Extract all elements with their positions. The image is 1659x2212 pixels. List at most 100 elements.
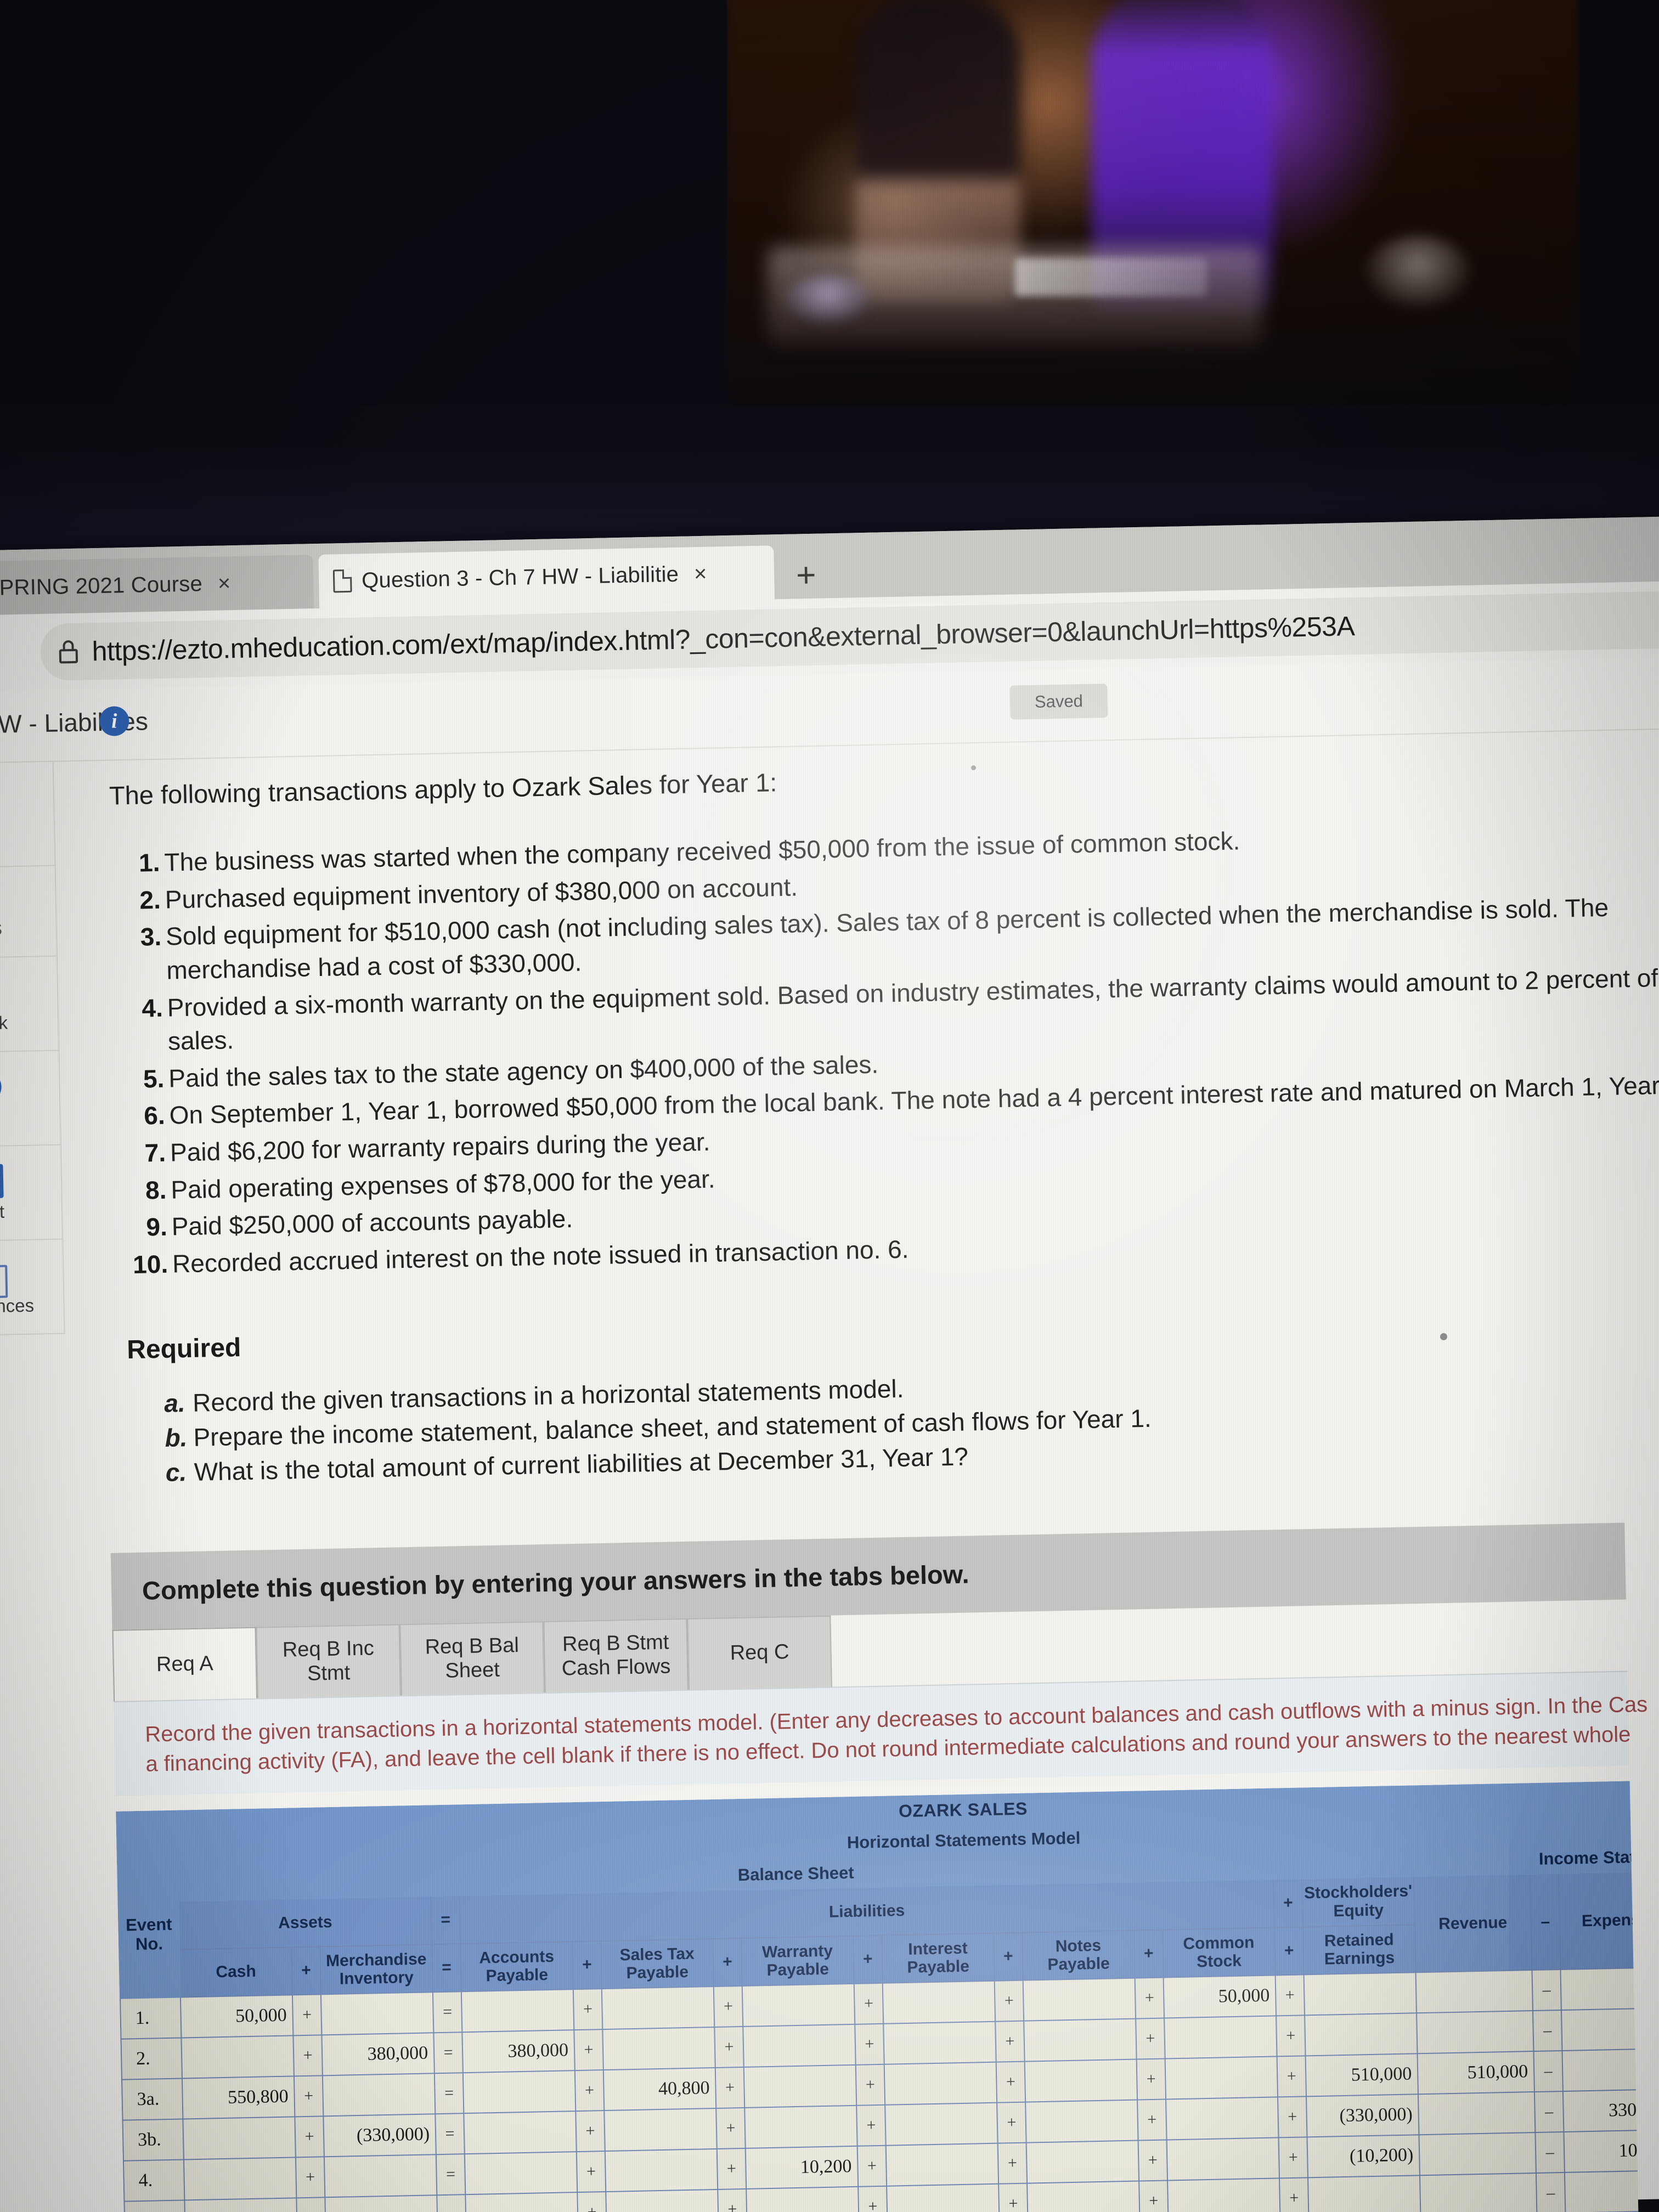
cell-interest-payable[interactable] (885, 2102, 998, 2146)
cell-cash[interactable] (181, 2035, 294, 2079)
cell-accounts-payable[interactable] (465, 2192, 578, 2212)
cell-notes-payable[interactable] (1027, 2181, 1140, 2212)
operator-cell: + (574, 2069, 605, 2111)
cell-warranty-payable[interactable] (746, 2186, 859, 2212)
cell-retained-earnings[interactable]: (10,200) (1307, 2134, 1420, 2178)
sidebar-item-hint[interactable]: Hint (0, 1051, 61, 1149)
cell-expense[interactable] (1560, 1967, 1639, 2010)
cell-accounts-payable[interactable] (464, 2151, 578, 2194)
cell-common-stock[interactable] (1166, 2137, 1280, 2181)
cell-merchandise-inventory[interactable]: (330,000) (323, 2113, 436, 2157)
cell-notes-payable[interactable] (1023, 1978, 1136, 2021)
cell-common-stock[interactable] (1167, 2178, 1280, 2212)
cell-merchandise-inventory[interactable] (324, 2154, 437, 2198)
cell-sales-tax-payable[interactable] (606, 2189, 719, 2212)
cell-sales-tax-payable[interactable] (605, 2148, 718, 2192)
tab-req-c[interactable]: Req C (687, 1615, 832, 1690)
cell-interest-payable[interactable] (884, 2062, 997, 2105)
tab-req-b-inc-stmt[interactable]: Req B Inc Stmt (256, 1624, 402, 1699)
cell-revenue[interactable] (1419, 2132, 1536, 2175)
points-label: oints (0, 866, 58, 960)
cell-warranty-payable[interactable]: 10,200 (745, 2146, 859, 2189)
cell-common-stock[interactable] (1164, 2016, 1277, 2059)
cell-merchandise-inventory[interactable] (320, 1992, 434, 2035)
cell-warranty-payable[interactable] (743, 2024, 856, 2067)
tab-req-b-stmt-cash-flows[interactable]: Req B Stmt Cash Flows (543, 1618, 689, 1692)
event-no: 4. (123, 2159, 185, 2202)
dust-speck (971, 765, 976, 770)
cell-expense[interactable]: 10,200 (1564, 2129, 1639, 2172)
cell-cash[interactable] (183, 2157, 297, 2200)
operator-cell: + (996, 2061, 1026, 2103)
cell-sales-tax-payable[interactable] (602, 2027, 715, 2070)
cell-revenue[interactable] (1415, 1970, 1533, 2013)
new-tab-button[interactable]: + (795, 556, 817, 595)
cell-warranty-payable[interactable] (742, 1983, 855, 2027)
cell-retained-earnings[interactable]: (330,000) (1306, 2094, 1419, 2137)
operator-cell: + (997, 2142, 1028, 2184)
cell-warranty-payable[interactable] (743, 2064, 857, 2108)
cell-retained-earnings[interactable] (1304, 1972, 1417, 2016)
cell-expense[interactable]: 330,000 (1562, 2089, 1639, 2132)
cell-merchandise-inventory[interactable] (325, 2194, 438, 2212)
cell-retained-earnings[interactable]: 510,000 (1305, 2053, 1418, 2097)
operator-cell: – (1535, 2131, 1565, 2173)
cell-notes-payable[interactable] (1025, 2100, 1138, 2143)
tab-req-a[interactable]: Req A (112, 1627, 258, 1701)
cell-interest-payable[interactable] (882, 1980, 996, 2024)
cell-expense[interactable] (1561, 2007, 1639, 2051)
cell-revenue[interactable] (1417, 2010, 1534, 2054)
plus-operator: + (1273, 1878, 1303, 1928)
operator-cell: – (1532, 2010, 1562, 2051)
cell-retained-earnings[interactable] (1305, 2013, 1418, 2056)
sidebar-item-label: Print (0, 1201, 5, 1223)
browser-tab-course[interactable]: CCT 2101 SPRING 2021 Course × (0, 555, 314, 618)
cell-cash[interactable]: 550,800 (182, 2076, 295, 2119)
cell-warranty-payable[interactable] (744, 2105, 857, 2148)
cell-merchandise-inventory[interactable]: 380,000 (321, 2033, 435, 2076)
sidebar-item-ebook[interactable]: eBook (0, 956, 60, 1054)
cell-revenue[interactable] (1418, 2091, 1536, 2135)
cell-notes-payable[interactable] (1024, 2059, 1138, 2102)
cell-accounts-payable[interactable] (461, 1989, 574, 2032)
cell-notes-payable[interactable] (1026, 2140, 1139, 2183)
cell-cash[interactable] (184, 2198, 297, 2212)
browser-tab-question[interactable]: Question 3 - Ch 7 HW - Liabilitie × (318, 545, 775, 608)
plus-operator: + (1133, 1929, 1164, 1978)
cell-revenue[interactable]: 510,000 (1417, 2051, 1534, 2095)
cell-interest-payable[interactable] (887, 2183, 1000, 2212)
lifering-icon (0, 1069, 2, 1105)
cell-common-stock[interactable] (1166, 2097, 1279, 2140)
cell-common-stock[interactable]: 50,000 (1163, 1975, 1277, 2018)
lock-icon (59, 640, 78, 664)
cell-common-stock[interactable] (1165, 2056, 1278, 2100)
cell-retained-earnings[interactable] (1307, 2175, 1421, 2212)
operator-cell: = (433, 2032, 463, 2073)
cell-expense[interactable] (1564, 2170, 1639, 2212)
cell-interest-payable[interactable] (885, 2143, 999, 2186)
equals-operator: = (432, 1943, 461, 1993)
close-icon[interactable]: × (694, 561, 707, 586)
cell-interest-payable[interactable] (883, 2021, 996, 2064)
cell-sales-tax-payable[interactable]: 40,800 (603, 2067, 716, 2111)
operator-cell: + (1135, 1977, 1165, 2019)
question-rail: 3 oints eBook Hint Print (0, 761, 65, 1338)
close-icon[interactable]: × (217, 571, 230, 596)
cell-cash[interactable] (183, 2117, 296, 2160)
cell-cash[interactable]: 50,000 (180, 1995, 294, 2038)
cell-accounts-payable[interactable]: 380,000 (462, 2029, 575, 2073)
cell-accounts-payable[interactable] (462, 2070, 576, 2113)
required-marker: c. (165, 1458, 187, 1487)
sidebar-item-print[interactable]: Print (0, 1145, 64, 1243)
cell-accounts-payable[interactable] (464, 2111, 577, 2154)
cell-expense[interactable] (1562, 2048, 1639, 2091)
cell-sales-tax-payable[interactable] (604, 2108, 717, 2151)
tab-req-b-bal-sheet[interactable]: Req B Bal Sheet (399, 1621, 545, 1696)
sidebar-item-references[interactable]: References (0, 1239, 65, 1338)
page-icon (332, 569, 352, 593)
cell-sales-tax-payable[interactable] (601, 1986, 715, 2029)
cell-notes-payable[interactable] (1024, 2018, 1137, 2062)
cell-revenue[interactable] (1419, 2172, 1537, 2212)
reload-icon[interactable] (0, 625, 3, 673)
cell-merchandise-inventory[interactable] (322, 2073, 436, 2117)
